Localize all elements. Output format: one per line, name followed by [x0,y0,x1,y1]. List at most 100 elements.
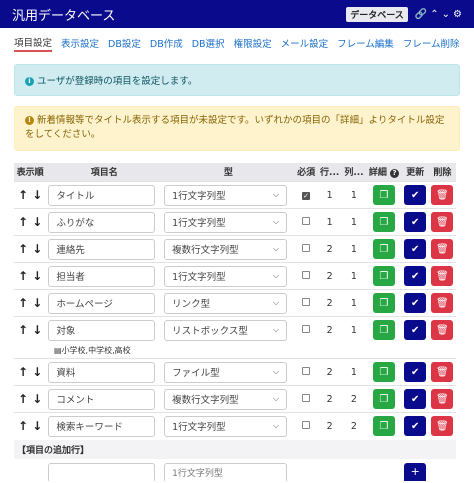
detail-button[interactable]: ❐ [372,293,395,313]
item-type-select[interactable]: 1行文字列型 ⌵ [164,415,288,437]
tab-frame-edit[interactable]: フレーム編集 [337,36,394,50]
detail-button[interactable]: ❐ [372,185,395,205]
update-button[interactable]: ✔ [404,239,427,259]
update-button[interactable]: ✔ [404,416,427,437]
detail-button[interactable]: ❐ [372,389,395,409]
update-button[interactable]: ✔ [404,320,427,341]
detail-cell: ❐ [366,386,402,413]
item-name-input[interactable]: 資料 [48,361,156,383]
item-name-input[interactable]: ホームページ [48,292,156,314]
tab-db-settings[interactable]: DB設定 [108,36,141,50]
item-type-select[interactable]: 1行文字列型 ⌵ [164,265,288,287]
delete-button[interactable]: 🗑 [431,362,454,382]
link-icon[interactable]: 🔗 [415,9,427,20]
tab-item-settings[interactable]: 項目設定 [14,35,53,52]
detail-button[interactable]: ❐ [372,416,395,437]
chevron-up-icon[interactable]: ⌃ [430,9,438,20]
info-icon: i [25,77,34,86]
required-cell [295,359,318,386]
item-name-input[interactable]: 検索キーワード [48,415,156,437]
delete-button[interactable]: 🗑 [431,212,454,232]
update-button[interactable]: ✔ [404,293,427,313]
item-name-input[interactable]: ふりがな [48,211,156,233]
arrow-up-icon[interactable]: ↑ [18,419,28,433]
arrow-down-icon[interactable]: ↓ [32,269,42,283]
detail-button[interactable]: ❐ [372,266,395,286]
required-checkbox[interactable] [302,297,311,306]
arrow-down-icon[interactable]: ↓ [32,242,42,256]
item-name-input[interactable]: 対象 [48,319,156,341]
arrow-down-icon[interactable]: ↓ [32,296,42,310]
detail-cell: ❐ [366,317,402,344]
tab-mail-settings[interactable]: メール設定 [281,36,329,50]
arrow-down-icon[interactable]: ↓ [32,188,42,202]
delete-button[interactable]: 🗑 [431,416,454,437]
detail-button[interactable]: ❐ [372,239,395,259]
item-name-input[interactable]: 連絡先 [48,238,156,260]
new-item-name-input[interactable] [48,462,156,481]
item-type-select[interactable]: 複数行文字列型 ⌵ [164,238,288,260]
delete-button[interactable]: 🗑 [431,185,454,205]
list-icon: ▤ [54,346,62,356]
help-icon[interactable]: ? [389,169,399,179]
arrow-up-icon[interactable]: ↑ [18,323,28,337]
tab-display-settings[interactable]: 表示設定 [61,36,99,50]
arrow-down-icon[interactable]: ↓ [32,419,42,433]
required-checkbox[interactable]: ✓ [302,191,311,200]
chevron-down-icon[interactable]: ⌄ [442,9,450,20]
item-name-input[interactable]: コメント [48,388,156,410]
required-cell [295,317,318,344]
type-cell: 複数行文字列型 ⌵ [162,386,294,413]
update-button[interactable]: ✔ [404,266,427,286]
update-button[interactable]: ✔ [404,212,427,232]
delete-button[interactable]: 🗑 [431,293,454,313]
arrow-up-icon[interactable]: ↑ [18,242,28,256]
database-badge[interactable]: データベース [346,6,408,22]
required-checkbox[interactable] [302,420,311,429]
arrow-down-icon[interactable]: ↓ [32,365,42,379]
required-checkbox[interactable] [302,270,311,279]
delete-button[interactable]: 🗑 [431,320,454,341]
arrow-up-icon[interactable]: ↑ [18,296,28,310]
item-type-select[interactable]: 複数行文字列型 ⌵ [164,388,288,410]
required-checkbox[interactable] [302,393,311,402]
update-button[interactable]: ✔ [404,185,427,205]
tab-db-create[interactable]: DB作成 [150,36,183,50]
arrow-down-icon[interactable]: ↓ [32,392,42,406]
item-name-input[interactable]: 担当者 [48,265,156,287]
arrow-up-icon[interactable]: ↑ [18,392,28,406]
add-item-button[interactable]: + [404,462,427,481]
arrow-down-icon[interactable]: ↓ [32,323,42,337]
tab-permissions[interactable]: 権限設定 [234,36,272,50]
required-checkbox[interactable] [302,243,311,252]
gear-icon[interactable]: ⚙ [453,9,462,20]
detail-button[interactable]: ❐ [372,212,395,232]
required-checkbox[interactable] [302,366,311,375]
new-item-type-select[interactable]: 1行文字列型 [164,462,288,481]
check-icon: ✔ [411,243,420,255]
update-button[interactable]: ✔ [404,362,427,382]
item-name-input[interactable]: タイトル [48,184,156,206]
arrow-up-icon[interactable]: ↑ [18,269,28,283]
update-button[interactable]: ✔ [404,389,427,409]
col-count: 1 [350,243,357,255]
tab-frame-delete[interactable]: フレーム削除 [403,36,460,50]
arrow-up-icon[interactable]: ↑ [18,365,28,379]
item-type-select[interactable]: リストボックス型 ⌵ [164,319,288,341]
item-type-select[interactable]: ファイル型 ⌵ [164,361,288,383]
required-checkbox[interactable] [302,216,311,225]
delete-button[interactable]: 🗑 [431,266,454,286]
tab-db-select[interactable]: DB選択 [192,36,225,50]
arrow-down-icon[interactable]: ↓ [32,215,42,229]
chevron-down-icon: ⌵ [273,244,280,253]
arrow-up-icon[interactable]: ↑ [18,215,28,229]
delete-button[interactable]: 🗑 [431,239,454,259]
detail-button[interactable]: ❐ [372,320,395,341]
item-type-select[interactable]: 1行文字列型 ⌵ [164,184,288,206]
item-type-select[interactable]: リンク型 ⌵ [164,292,288,314]
delete-button[interactable]: 🗑 [431,389,454,409]
item-type-select[interactable]: 1行文字列型 ⌵ [164,211,288,233]
required-checkbox[interactable] [302,324,311,333]
detail-button[interactable]: ❐ [372,362,395,382]
arrow-up-icon[interactable]: ↑ [18,188,28,202]
